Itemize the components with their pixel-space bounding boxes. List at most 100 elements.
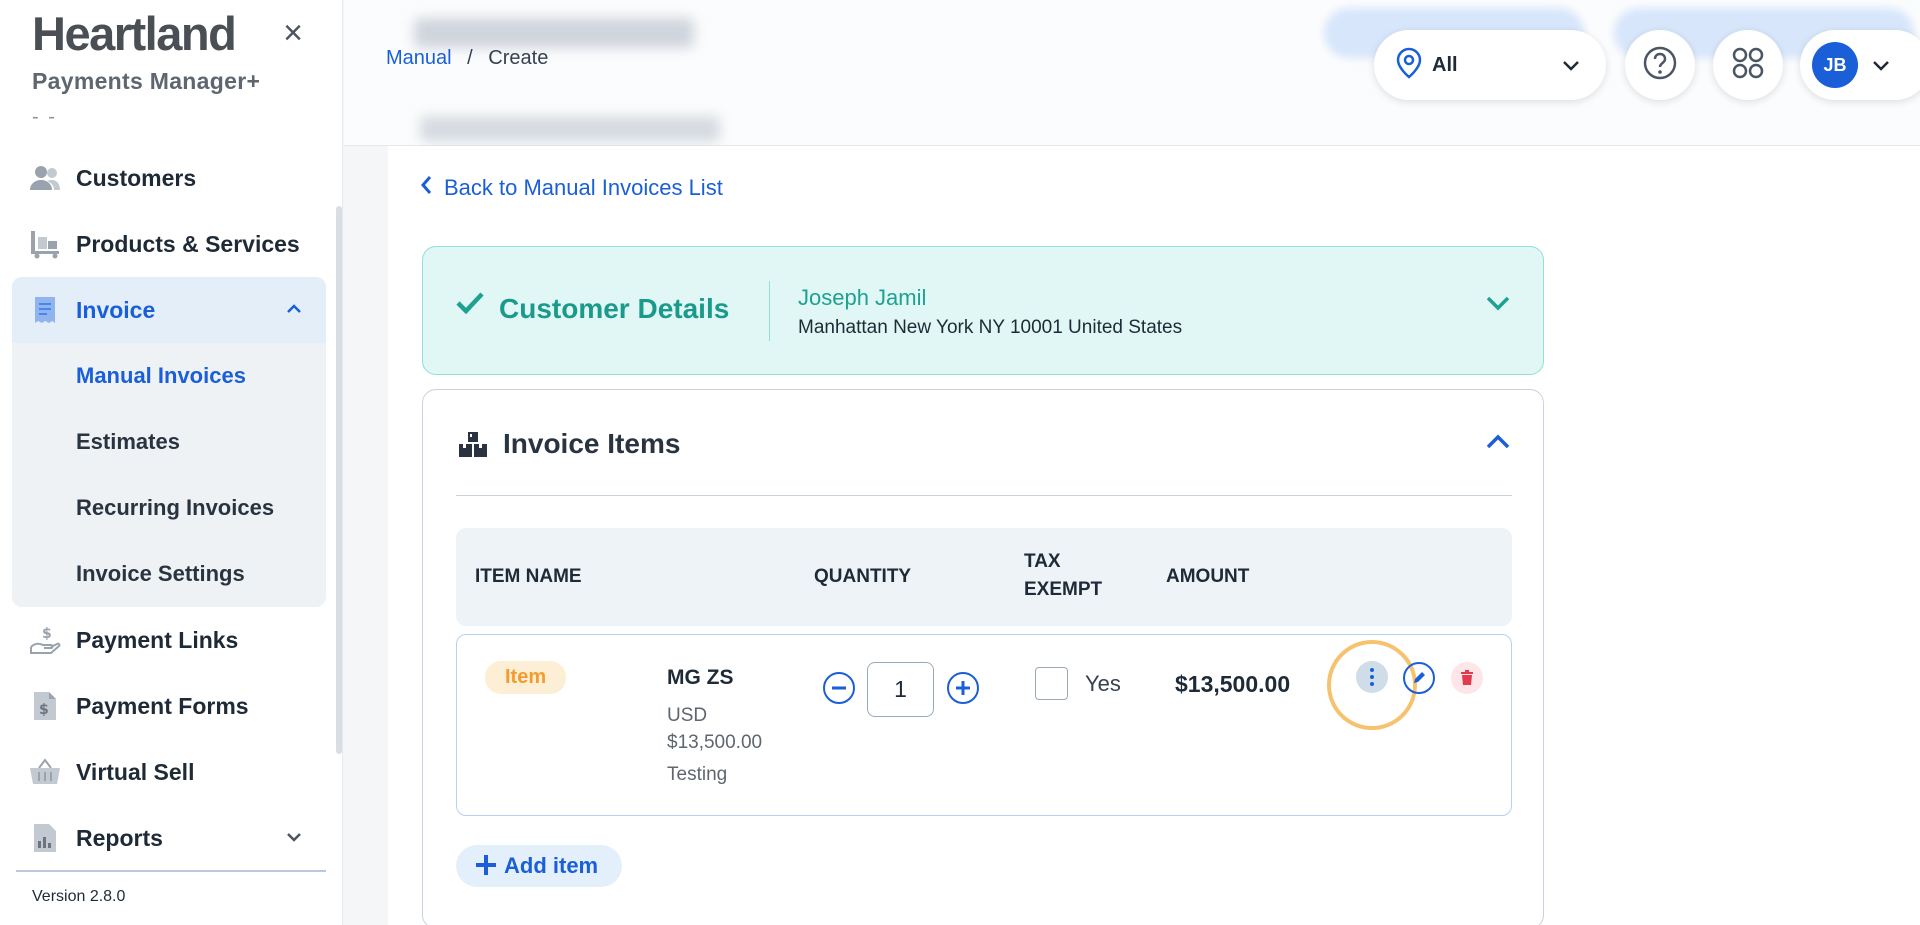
sidebar-item-invoice[interactable]: Invoice <box>12 277 326 343</box>
breadcrumb-link-manual[interactable]: Manual <box>386 47 452 69</box>
svg-text:$: $ <box>42 626 52 642</box>
blurred-page-subtitle <box>420 116 720 142</box>
add-item-label: Add item <box>504 853 599 878</box>
sidebar-dashes: - - <box>32 106 57 128</box>
column-header-amount: AMOUNT <box>1166 566 1250 587</box>
report-icon <box>28 821 62 855</box>
sidebar-item-invoice-settings[interactable]: Invoice Settings <box>12 541 326 607</box>
sidebar-item-label: Reports <box>76 824 163 851</box>
sidebar-item-manual-invoices[interactable]: Manual Invoices <box>12 343 326 409</box>
item-type-badge: Item <box>485 661 567 694</box>
user-menu-button[interactable]: JB <box>1800 30 1920 100</box>
invoice-group: Invoice Manual Invoices Estimates Recurr… <box>12 277 326 607</box>
dollar-document-icon: $ <box>28 689 62 723</box>
apps-grid-icon <box>1731 46 1765 85</box>
column-header-item-name: ITEM NAME <box>475 566 582 587</box>
column-header-tax-exempt: TAX EXEMPT <box>1024 551 1103 600</box>
customer-details-card[interactable]: Customer Details Joseph Jamil Manhattan … <box>422 246 1544 375</box>
tax-exempt-label: Yes <box>1085 671 1121 696</box>
kebab-dot <box>1370 668 1374 672</box>
sidebar-item-payment-forms[interactable]: $ Payment Forms <box>12 673 326 739</box>
sidebar-item-label: Payment Links <box>76 626 239 653</box>
close-icon: × <box>283 14 303 52</box>
brand-logo: Heartland Payments Manager+ <box>32 8 260 95</box>
quantity-input[interactable]: 1 <box>867 662 934 717</box>
pencil-icon <box>1414 672 1425 683</box>
items-table-header: ITEM NAME QUANTITY TAX EXEMPT AMOUNT <box>456 528 1512 626</box>
chevron-left-icon <box>420 175 432 201</box>
customer-divider <box>769 281 770 341</box>
sidebar-item-virtual-sell[interactable]: Virtual Sell <box>12 739 326 805</box>
svg-text:$: $ <box>39 702 49 718</box>
kebab-dot <box>1370 675 1374 679</box>
customer-address: Manhattan New York NY 10001 United State… <box>798 317 1183 338</box>
quantity-decrease-button[interactable] <box>823 672 855 704</box>
invoice-items-card: Invoice Items ITEM NAME QUANTITY TAX EXE… <box>422 389 1544 925</box>
sidebar-item-label: Virtual Sell <box>76 758 195 785</box>
edit-item-button[interactable] <box>1403 662 1435 694</box>
blurred-page-title <box>414 18 694 48</box>
location-pin-icon <box>1396 47 1422 84</box>
chevron-up-icon <box>286 301 302 319</box>
sidebar-item-label: Payment Forms <box>76 692 249 719</box>
back-link-label: Back to Manual Invoices List <box>444 175 723 200</box>
breadcrumb: Manual / Create <box>386 47 548 70</box>
location-select[interactable]: All <box>1374 30 1606 100</box>
sidebar-item-estimates[interactable]: Estimates <box>12 409 326 475</box>
item-unit-price: $13,500.00 <box>667 732 763 753</box>
sidebar-divider <box>16 870 326 872</box>
hand-dollar-icon: $ <box>28 623 62 657</box>
tax-exempt-checkbox[interactable] <box>1035 667 1068 700</box>
minus-icon <box>832 686 846 690</box>
boxes-icon <box>457 430 487 460</box>
item-amount: $13,500.00 <box>1175 671 1291 697</box>
brand-subtitle: Payments Manager+ <box>32 68 261 94</box>
sidebar-nav: Customers Products & Services Invoice Ma… <box>12 145 326 871</box>
sidebar-item-label: Products & Services <box>76 230 300 257</box>
brand-name: Heartland <box>32 7 237 60</box>
trash-icon <box>1461 670 1473 685</box>
chevron-down-icon <box>1562 55 1580 76</box>
breadcrumb-separator: / <box>467 47 473 69</box>
basket-icon <box>28 755 62 789</box>
back-to-list-link[interactable]: Back to Manual Invoices List <box>420 175 723 201</box>
plus-icon <box>476 850 496 882</box>
receipt-icon <box>28 293 62 327</box>
chevron-down-icon <box>1872 55 1890 76</box>
sidebar-item-recurring-invoices[interactable]: Recurring Invoices <box>12 475 326 541</box>
products-icon <box>28 227 62 261</box>
chevron-down-icon[interactable] <box>1485 291 1511 317</box>
add-item-button[interactable]: Add item <box>456 845 623 887</box>
chevron-down-icon <box>286 829 302 847</box>
close-sidebar-button[interactable]: × <box>278 16 308 50</box>
checkmark-icon <box>455 289 485 323</box>
quantity-increase-button[interactable] <box>947 672 979 704</box>
sidebar-item-customers[interactable]: Customers <box>12 145 326 211</box>
sidebar-item-label: Customers <box>76 164 197 191</box>
plus-icon <box>956 681 970 695</box>
item-currency: USD <box>667 705 708 726</box>
delete-item-button[interactable] <box>1451 662 1483 694</box>
sidebar-item-payment-links[interactable]: $ Payment Links <box>12 607 326 673</box>
item-description: Testing <box>667 764 728 785</box>
breadcrumb-current: Create <box>488 47 549 69</box>
customer-details-title: Customer Details <box>499 293 730 324</box>
invoice-items-title: Invoice Items <box>503 428 681 459</box>
help-button[interactable] <box>1625 30 1695 100</box>
customer-name: Joseph Jamil <box>798 285 927 310</box>
item-name: MG ZS <box>667 666 734 689</box>
sidebar-item-label: Invoice <box>76 296 156 323</box>
chevron-up-icon[interactable] <box>1485 430 1511 456</box>
table-row: Item MG ZS USD $13,500.00 Testing 1 Yes … <box>456 634 1512 816</box>
users-icon <box>28 161 62 195</box>
sidebar-item-products-services[interactable]: Products & Services <box>12 211 326 277</box>
avatar: JB <box>1812 42 1858 88</box>
app-version: Version 2.8.0 <box>32 888 126 905</box>
sidebar-item-reports[interactable]: Reports <box>12 805 326 871</box>
location-select-value: All <box>1432 53 1458 76</box>
sidebar-scrollbar[interactable] <box>336 206 342 754</box>
apps-button[interactable] <box>1713 30 1783 100</box>
invoice-items-divider <box>456 495 1512 496</box>
column-header-quantity: QUANTITY <box>814 566 912 587</box>
more-options-button[interactable] <box>1356 661 1388 693</box>
